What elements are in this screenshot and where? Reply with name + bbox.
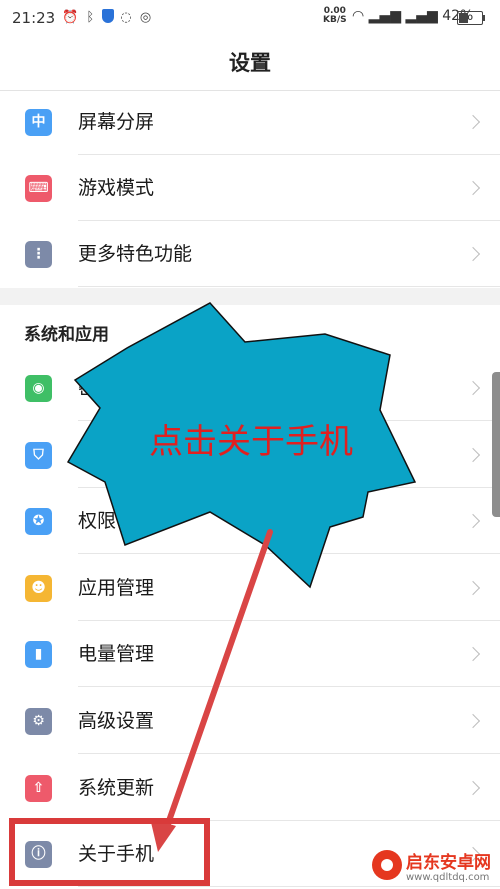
annotation-overlay: 点击关于手机 (9, 302, 417, 886)
watermark: 启东安卓网 www.qdltdq.com (372, 846, 500, 889)
watermark-name: 启东安卓网 (406, 853, 491, 873)
watermark-url: www.qdltdq.com (406, 872, 490, 883)
watermark-logo-icon (372, 850, 402, 880)
callout-text: 点击关于手机 (149, 422, 353, 462)
annotation-arrow (160, 529, 273, 841)
highlight-box (9, 818, 210, 886)
